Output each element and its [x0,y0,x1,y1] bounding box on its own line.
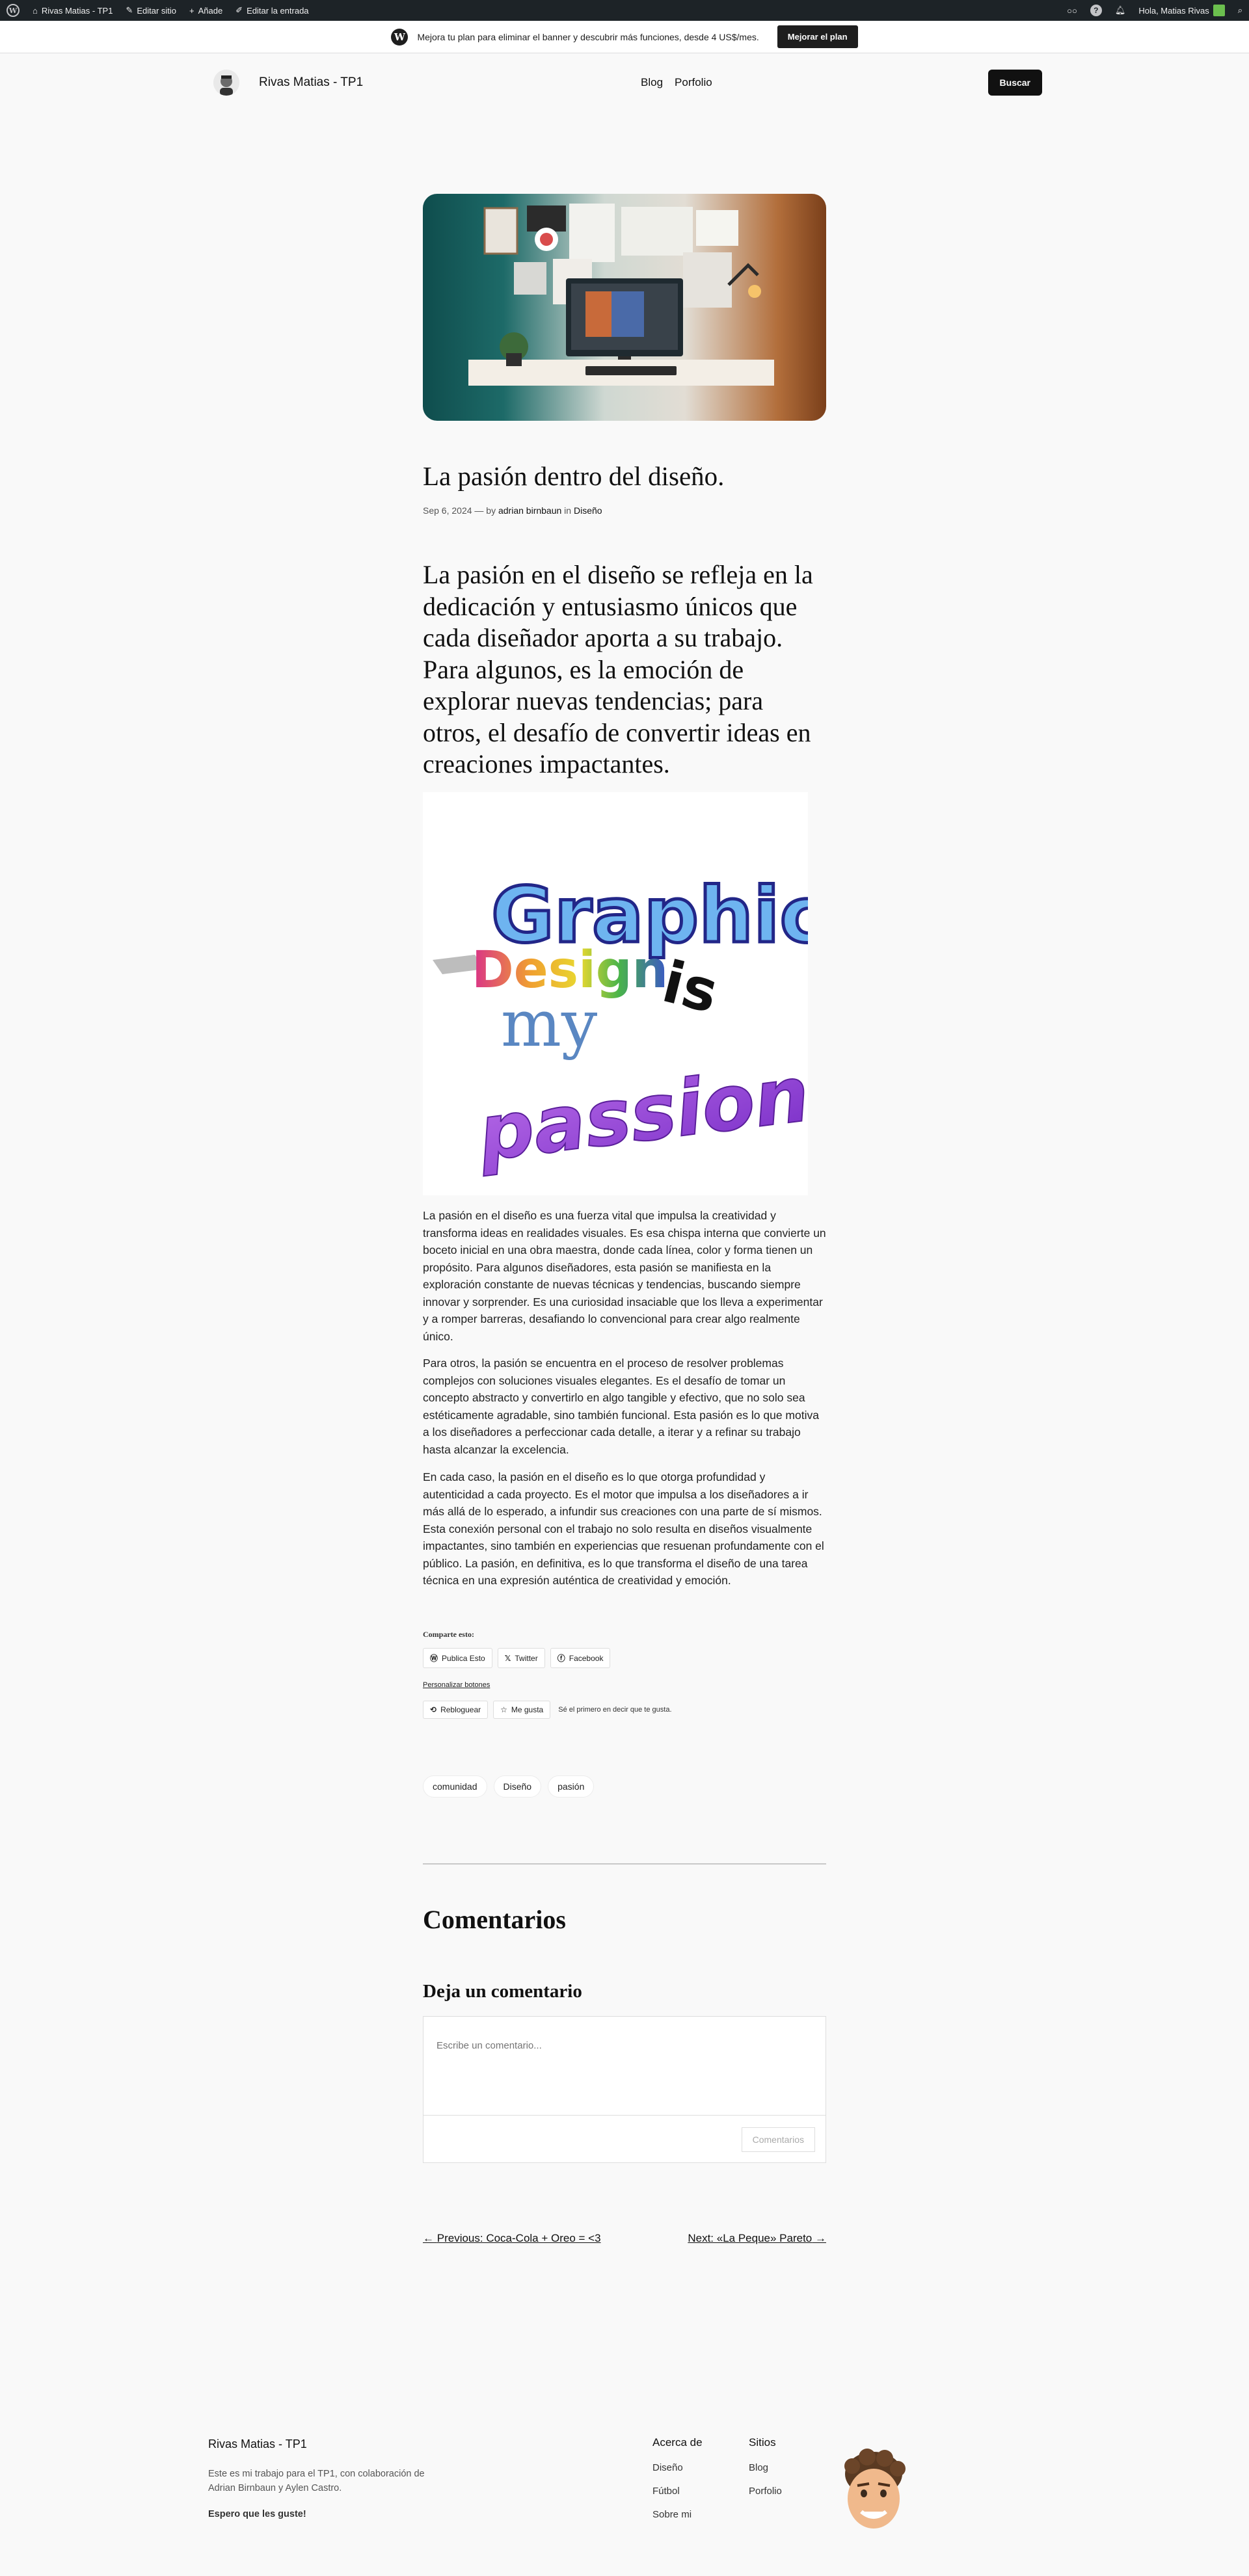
avatar-icon [213,70,239,96]
admin-search[interactable]: ⌕ [1231,0,1249,21]
reblog-button[interactable]: ⟲ Rebloguear [423,1701,489,1719]
facebook-icon: ⓕ [557,1654,565,1663]
footer-link-porfolio[interactable]: Porfolio [749,2486,782,2497]
main-nav: Blog Porfolio [641,76,712,89]
post-title: La pasión dentro del diseño. [423,461,725,491]
arrow-left-icon: ← [423,2232,437,2244]
tag-pasion[interactable]: pasión [548,1775,595,1798]
avatar [1213,5,1225,16]
search-button[interactable]: Buscar [987,70,1042,96]
body-paragraph-2: Para otros, la pasión se encuentra en el… [423,1357,819,1456]
footer-description: Este es mi trabajo para el TP1, con cola… [208,2469,425,2493]
footer-link-futbol[interactable]: Fútbol [652,2486,703,2497]
leave-comment-heading: Deja un comentario [423,1981,582,2002]
post-in: in [564,505,572,516]
footer-col-acerca-title: Acerca de [652,2436,703,2449]
wordart-graphic: Graphic Design is my passion [433,869,827,1179]
upgrade-banner: W Mejora tu plan para eliminar el banner… [0,21,1249,53]
bell-icon: 🔔︎ [1114,5,1126,15]
admin-bar: W ⌂ Rivas Matias - TP1 ✎ Editar sitio + Aña… [0,0,1249,21]
post-by: — by [474,505,496,516]
admin-edit-post[interactable]: ✐ Editar la entrada [229,0,315,21]
brush-icon: ✎ [126,5,133,15]
wordart-passion-word: passion [472,1049,808,1178]
wordpress-icon: Ⓦ [430,1654,438,1663]
nav-blog[interactable]: Blog [641,76,663,89]
wordart-my-word: my [501,987,598,1061]
tag-comunidad[interactable]: comunidad [423,1775,487,1798]
site-header: Rivas Matias - TP1 Blog Porfolio Buscar [207,62,1042,103]
post-tags: comunidad Diseño pasión [423,1775,595,1798]
footer-link-diseno[interactable]: Diseño [652,2462,703,2473]
share-twitter-button[interactable]: 𝕏 Twitter [497,1648,545,1668]
home-icon: ⌂ [33,5,38,16]
post-meta: Sep 6, 2024 — by adrian birnbaun in Dise… [423,505,602,516]
twitter-icon: 𝕏 [504,1653,511,1663]
comments-divider [423,1863,826,1865]
previous-post-link[interactable]: ← Previous: Coca-Cola + Oreo = <3 [423,2232,601,2245]
admin-edit-site[interactable]: ✎ Editar sitio [119,0,183,21]
lead-paragraph: La pasión en el diseño se refleja en la … [423,560,813,778]
admin-site-name[interactable]: ⌂ Rivas Matias - TP1 [26,0,119,21]
glasses-icon: ○○ [1067,5,1077,16]
admin-account[interactable]: Hola, Matias Rivas [1132,0,1231,21]
share-label: Comparte esto: [423,1630,474,1639]
body-paragraph-3: En cada caso, la pasión en el diseño es … [423,1470,824,1587]
comment-submit-button[interactable]: Comentarios [741,2127,815,2152]
nav-porfolio[interactable]: Porfolio [675,76,712,89]
help-icon: ? [1090,5,1102,16]
next-post-link[interactable]: Next: «La Peque» Pareto → [688,2232,826,2245]
footer-col-sitios-title: Sitios [749,2436,776,2449]
post-category[interactable]: Diseño [574,505,602,516]
comment-form: Comentarios [423,2016,826,2163]
footer-link-sobre-mi[interactable]: Sobre mi [652,2509,703,2520]
admin-help[interactable]: ? [1084,0,1108,21]
share-publica-button[interactable]: Ⓦ Publica Esto [423,1648,492,1668]
featured-image [423,194,826,421]
banner-text: Mejora tu plan para eliminar el banner y… [417,31,759,42]
pencil-icon: ✐ [235,5,243,15]
site-title[interactable]: Rivas Matias - TP1 [259,75,363,90]
like-button[interactable]: ☆ Me gusta [493,1701,551,1719]
comment-textarea[interactable] [423,2017,826,2116]
wordpress-icon: W [7,4,20,17]
footer-col-acerca: Acerca de Diseño Fútbol Sobre mi [652,2436,703,2532]
like-row: ⟲ Rebloguear ☆ Me gusta Sé el primero en d… [423,1701,672,1719]
desk-illustration [468,204,774,386]
body-paragraph-1: La pasión en el diseño es una fuerza vit… [423,1209,826,1343]
customize-buttons-link[interactable]: Personalizar botones [423,1681,490,1689]
wordpress-icon: W [391,28,409,46]
admin-reader[interactable]: ○○ [1060,0,1084,21]
plus-icon: + [189,5,195,16]
share-buttons: Ⓦ Publica Esto 𝕏 Twitter ⓕ Facebook [423,1648,611,1668]
reblog-icon: ⟲ [430,1705,437,1714]
arrow-right-icon: → [812,2232,826,2244]
star-icon: ☆ [500,1705,507,1714]
like-note: Sé el primero en decir que te gusta. [558,1706,672,1714]
footer-tagline: Espero que les guste! [208,2509,306,2519]
admin-add-new[interactable]: + Añade [183,0,229,21]
footer-link-blog[interactable]: Blog [749,2462,782,2473]
upgrade-button[interactable]: Mejorar el plan [777,25,858,48]
tag-diseno[interactable]: Diseño [493,1775,542,1798]
share-facebook-button[interactable]: ⓕ Facebook [550,1648,611,1668]
memoji-avatar [844,2449,906,2529]
passion-image: Graphic Design is my passion [423,792,827,1195]
footer-col-sitios: Sitios Blog Porfolio [749,2436,782,2509]
site-logo[interactable] [213,70,239,96]
search-icon: ⌕ [1237,5,1242,15]
post-date: Sep 6, 2024 [423,505,472,516]
admin-notifications[interactable]: 🔔︎ [1108,0,1133,21]
wordpress-menu[interactable]: W [0,0,26,21]
comments-heading: Comentarios [423,1905,566,1934]
footer-site-title[interactable]: Rivas Matias - TP1 [208,2437,307,2451]
post-author[interactable]: adrian birnbaun [498,505,561,516]
